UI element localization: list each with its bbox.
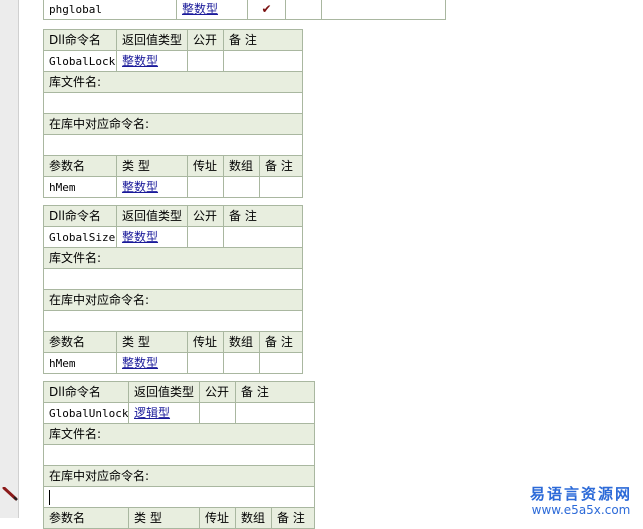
param-name-cell[interactable]: hMem <box>43 176 117 198</box>
param-remark-cell[interactable] <box>259 352 303 374</box>
public-header: 公开 <box>187 29 224 51</box>
checkmark-icon[interactable]: ✔ <box>247 0 286 20</box>
param-name-header: 参数名 <box>43 331 117 353</box>
variable-type-link[interactable]: 整数型 <box>176 0 248 20</box>
public-cell[interactable] <box>187 50 224 72</box>
param-name-cell[interactable]: hMem <box>43 352 117 374</box>
editor-gutter <box>0 0 19 518</box>
lib-cmd-input[interactable] <box>43 310 303 332</box>
lib-cmd-label: 在库中对应命令名: <box>43 113 303 135</box>
remark-cell[interactable] <box>223 50 303 72</box>
public-cell[interactable] <box>187 226 224 248</box>
return-type-header: 返回值类型 <box>116 205 188 227</box>
param-type-link[interactable]: 整数型 <box>116 176 188 198</box>
remark-cell[interactable] <box>235 402 315 424</box>
by-ref-cell[interactable] <box>187 352 224 374</box>
dll-cmd-name-cell[interactable]: GlobalUnlock <box>43 402 129 424</box>
text-caret <box>49 489 50 505</box>
watermark-url: www.e5a5x.com <box>531 503 631 517</box>
param-type-header: 类 型 <box>128 507 200 529</box>
lib-cmd-label: 在库中对应命令名: <box>43 465 315 487</box>
remark-cell[interactable] <box>223 226 303 248</box>
by-ref-header: 传址 <box>199 507 236 529</box>
empty-cell[interactable] <box>285 0 322 20</box>
public-header: 公开 <box>199 381 236 403</box>
lib-cmd-input[interactable] <box>43 134 303 156</box>
lib-cmd-input[interactable] <box>43 486 315 508</box>
dll-cmd-header: Dll命令名 <box>43 381 129 403</box>
lib-file-label: 库文件名: <box>43 247 303 269</box>
param-remark-header: 备 注 <box>259 155 303 177</box>
array-header: 数组 <box>223 331 260 353</box>
param-type-header: 类 型 <box>116 331 188 353</box>
public-cell[interactable] <box>199 402 236 424</box>
variable-table-partial: phglobal 整数型 ✔ <box>43 0 446 20</box>
param-name-header: 参数名 <box>43 507 129 529</box>
lib-file-label: 库文件名: <box>43 71 303 93</box>
param-remark-header: 备 注 <box>259 331 303 353</box>
site-watermark: 易语言资源网 www.e5a5x.com <box>527 483 635 517</box>
param-type-header: 类 型 <box>116 155 188 177</box>
array-header: 数组 <box>223 155 260 177</box>
pen-icon <box>2 487 18 501</box>
return-type-link[interactable]: 逻辑型 <box>128 402 200 424</box>
remark-cell[interactable] <box>321 0 446 20</box>
param-remark-header: 备 注 <box>271 507 315 529</box>
lib-file-input[interactable] <box>43 444 315 466</box>
param-type-link[interactable]: 整数型 <box>116 352 188 374</box>
dll-command-block-globalunlock: Dll命令名 返回值类型 公开 备 注 GlobalUnlock 逻辑型 库文件… <box>43 381 315 529</box>
param-remark-cell[interactable] <box>259 176 303 198</box>
return-type-link[interactable]: 整数型 <box>116 226 188 248</box>
by-ref-header: 传址 <box>187 331 224 353</box>
dll-cmd-header: Dll命令名 <box>43 29 117 51</box>
variable-name-cell[interactable]: phglobal <box>43 0 177 20</box>
watermark-title: 易语言资源网 <box>529 485 632 503</box>
lib-file-input[interactable] <box>43 268 303 290</box>
return-type-link[interactable]: 整数型 <box>116 50 188 72</box>
dll-cmd-name-cell[interactable]: GlobalSize <box>43 226 117 248</box>
lib-file-input[interactable] <box>43 92 303 114</box>
dll-cmd-name-cell[interactable]: GlobalLock <box>43 50 117 72</box>
array-cell[interactable] <box>223 176 260 198</box>
remark-header: 备 注 <box>223 205 303 227</box>
dll-command-block-globallock: Dll命令名 返回值类型 公开 备 注 GlobalLock 整数型 库文件名:… <box>43 29 303 198</box>
lib-cmd-label: 在库中对应命令名: <box>43 289 303 311</box>
return-type-header: 返回值类型 <box>128 381 200 403</box>
array-header: 数组 <box>235 507 272 529</box>
remark-header: 备 注 <box>235 381 315 403</box>
by-ref-cell[interactable] <box>187 176 224 198</box>
by-ref-header: 传址 <box>187 155 224 177</box>
lib-file-label: 库文件名: <box>43 423 315 445</box>
dll-cmd-header: Dll命令名 <box>43 205 117 227</box>
array-cell[interactable] <box>223 352 260 374</box>
param-name-header: 参数名 <box>43 155 117 177</box>
dll-command-block-globalsize: Dll命令名 返回值类型 公开 备 注 GlobalSize 整数型 库文件名:… <box>43 205 303 374</box>
return-type-header: 返回值类型 <box>116 29 188 51</box>
remark-header: 备 注 <box>223 29 303 51</box>
public-header: 公开 <box>187 205 224 227</box>
